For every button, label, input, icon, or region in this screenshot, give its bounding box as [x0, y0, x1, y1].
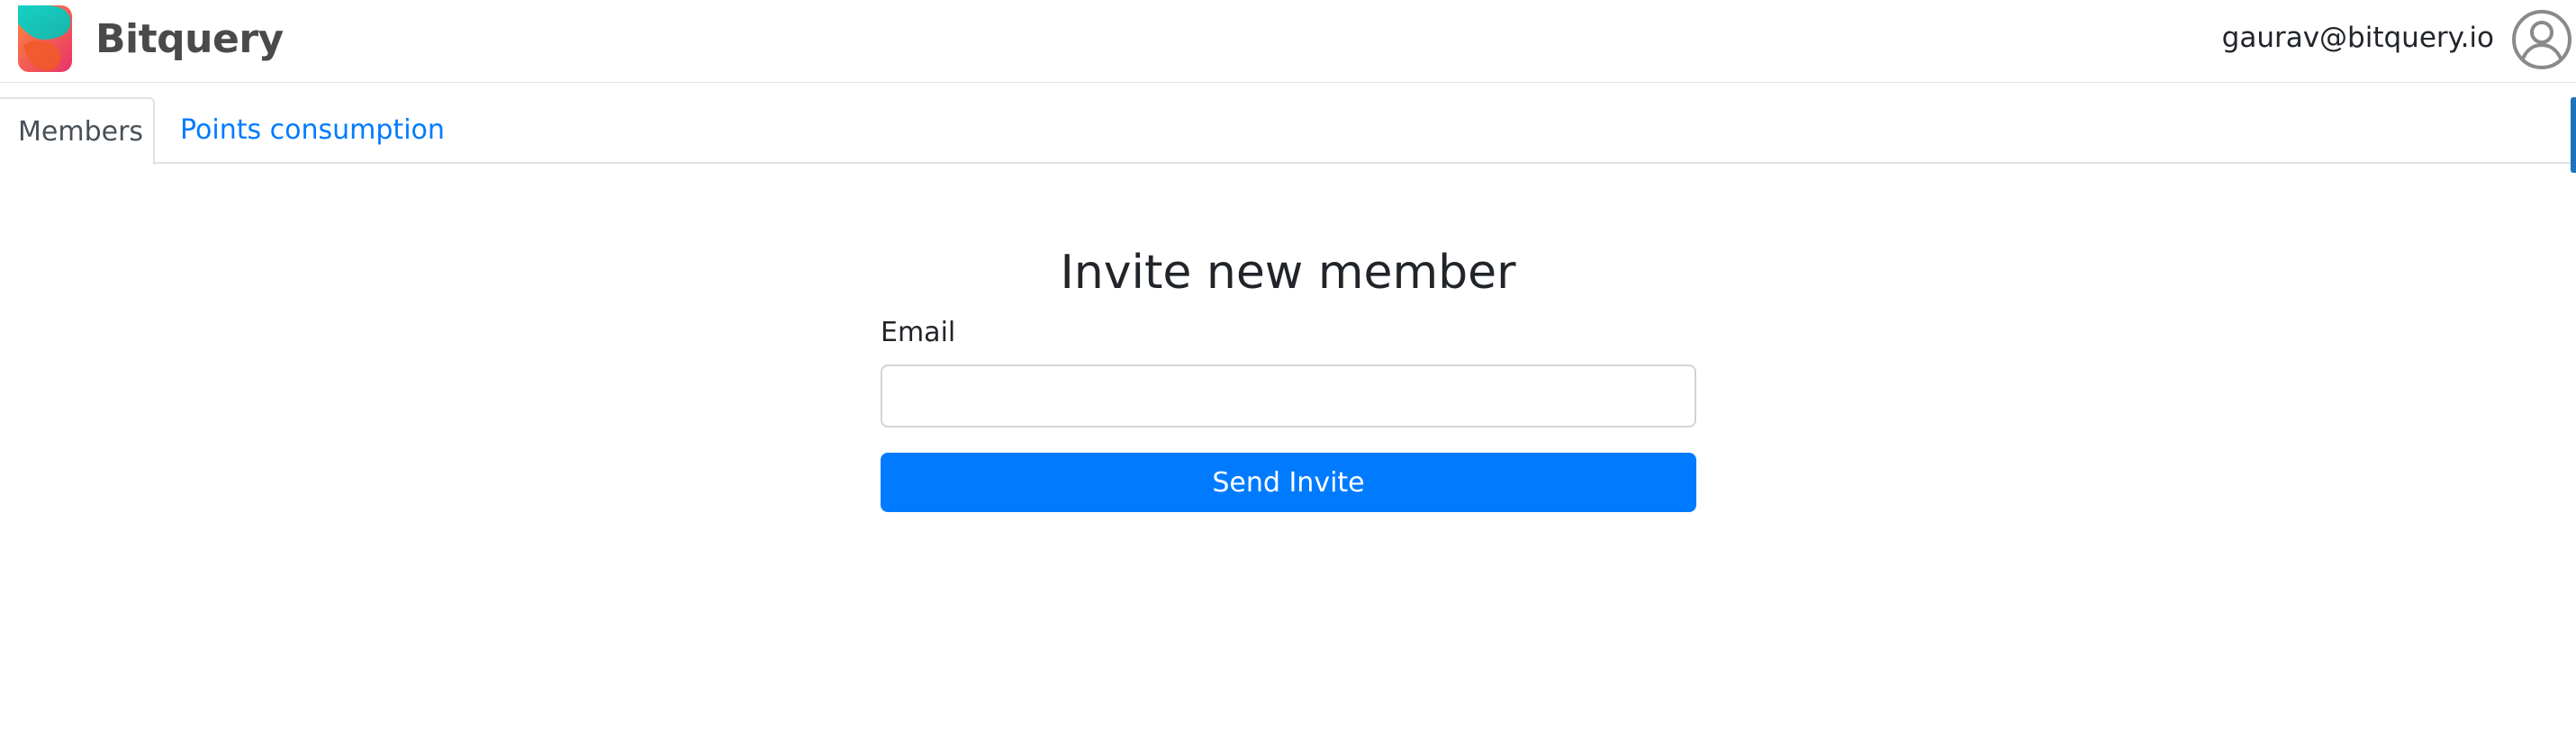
side-edge-handle[interactable]	[2571, 97, 2576, 173]
email-field[interactable]	[881, 364, 1696, 428]
bitquery-logo-icon[interactable]	[18, 5, 72, 72]
tab-points-consumption[interactable]: Points consumption	[180, 97, 445, 164]
user-avatar-icon[interactable]	[2511, 9, 2572, 70]
top-header: Bitquery gaurav@bitquery.io	[0, 0, 2576, 83]
tab-members[interactable]: Members	[0, 97, 155, 166]
page-title: Invite new member	[1060, 246, 1516, 300]
tab-bar: Members Points consumption	[0, 97, 2576, 166]
brand-name[interactable]: Bitquery	[95, 13, 284, 67]
email-label: Email	[881, 317, 956, 348]
user-email[interactable]: gaurav@bitquery.io	[2222, 16, 2494, 59]
send-invite-button[interactable]: Send Invite	[881, 453, 1696, 512]
